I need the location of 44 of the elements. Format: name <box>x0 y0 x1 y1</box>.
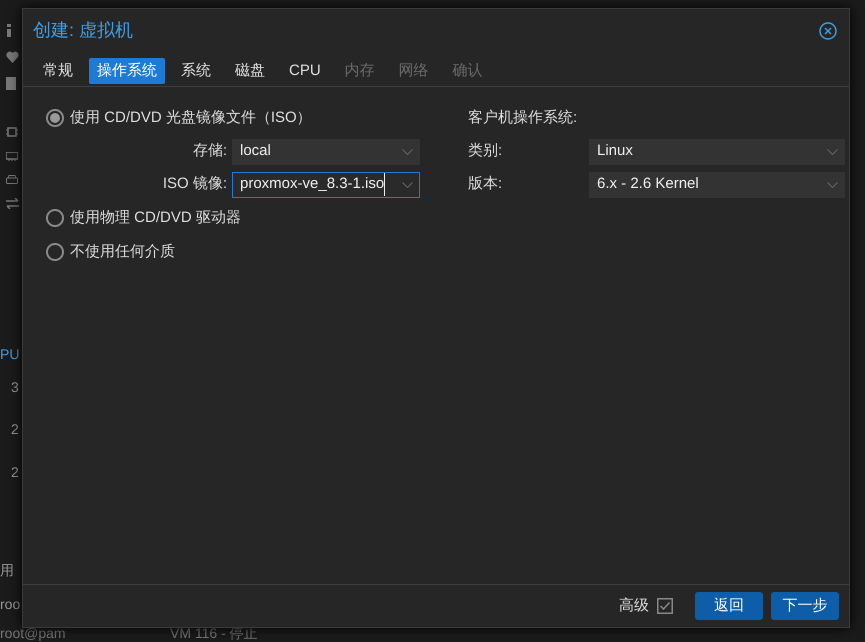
background-text: PU <box>0 347 20 361</box>
radio-button[interactable] <box>46 109 64 127</box>
section-heading: 客户机操作系统: <box>468 108 578 128</box>
field-label: 类别: <box>468 141 504 162</box>
background-text: 3 <box>11 380 19 394</box>
dropdown-field[interactable]: local <box>232 138 420 164</box>
chevron-down-icon[interactable] <box>402 182 413 188</box>
dialog-title: 创建: 虚拟机 <box>33 19 134 42</box>
tab[interactable]: 系统 <box>173 58 219 84</box>
radio-label: 使用 CD/DVD 光盘镜像文件（ISO） <box>70 108 312 128</box>
radio-button[interactable] <box>46 209 64 227</box>
checkbox-label: 高级 <box>619 596 649 616</box>
memory-icon[interactable] <box>6 152 18 161</box>
dropdown-field[interactable]: Linux <box>589 138 845 164</box>
transfer-icon[interactable] <box>6 198 19 209</box>
field-label: ISO 镜像: <box>162 174 228 194</box>
drive-icon[interactable] <box>6 175 18 184</box>
info-icon[interactable] <box>6 24 12 37</box>
footer-button[interactable]: 返回 <box>695 592 763 620</box>
radio-button[interactable] <box>46 243 64 261</box>
chevron-down-icon[interactable] <box>827 148 838 154</box>
dropdown-field[interactable]: proxmox-ve_8.3-1.iso <box>232 172 420 198</box>
close-icon[interactable] <box>819 22 837 40</box>
field-label: 存储: <box>192 141 228 162</box>
background-text: VM 116 - 停止 <box>170 626 258 640</box>
chevron-down-icon[interactable] <box>402 148 413 154</box>
heart-icon[interactable] <box>6 51 19 63</box>
chip-icon[interactable] <box>6 126 18 138</box>
checkbox[interactable] <box>657 598 673 614</box>
tab[interactable]: 操作系统 <box>89 58 165 84</box>
dropdown-field[interactable]: 6.x - 2.6 Kernel <box>589 172 845 198</box>
tab[interactable]: 磁盘 <box>227 58 273 84</box>
radio-label: 不使用任何介质 <box>70 242 175 262</box>
background-text: 2 <box>11 465 19 479</box>
field-label: 版本: <box>468 174 504 194</box>
footer-button[interactable]: 下一步 <box>771 592 839 620</box>
background-text: 用 <box>0 563 14 577</box>
background-text: roo <box>0 597 20 611</box>
radio-label: 使用物理 CD/DVD 驱动器 <box>70 208 241 228</box>
background-text: 2 <box>11 422 19 436</box>
tab[interactable]: 常规 <box>35 58 81 84</box>
background-text: root@pam <box>0 626 66 640</box>
chevron-down-icon[interactable] <box>827 182 838 188</box>
tab[interactable]: CPU <box>281 58 329 84</box>
